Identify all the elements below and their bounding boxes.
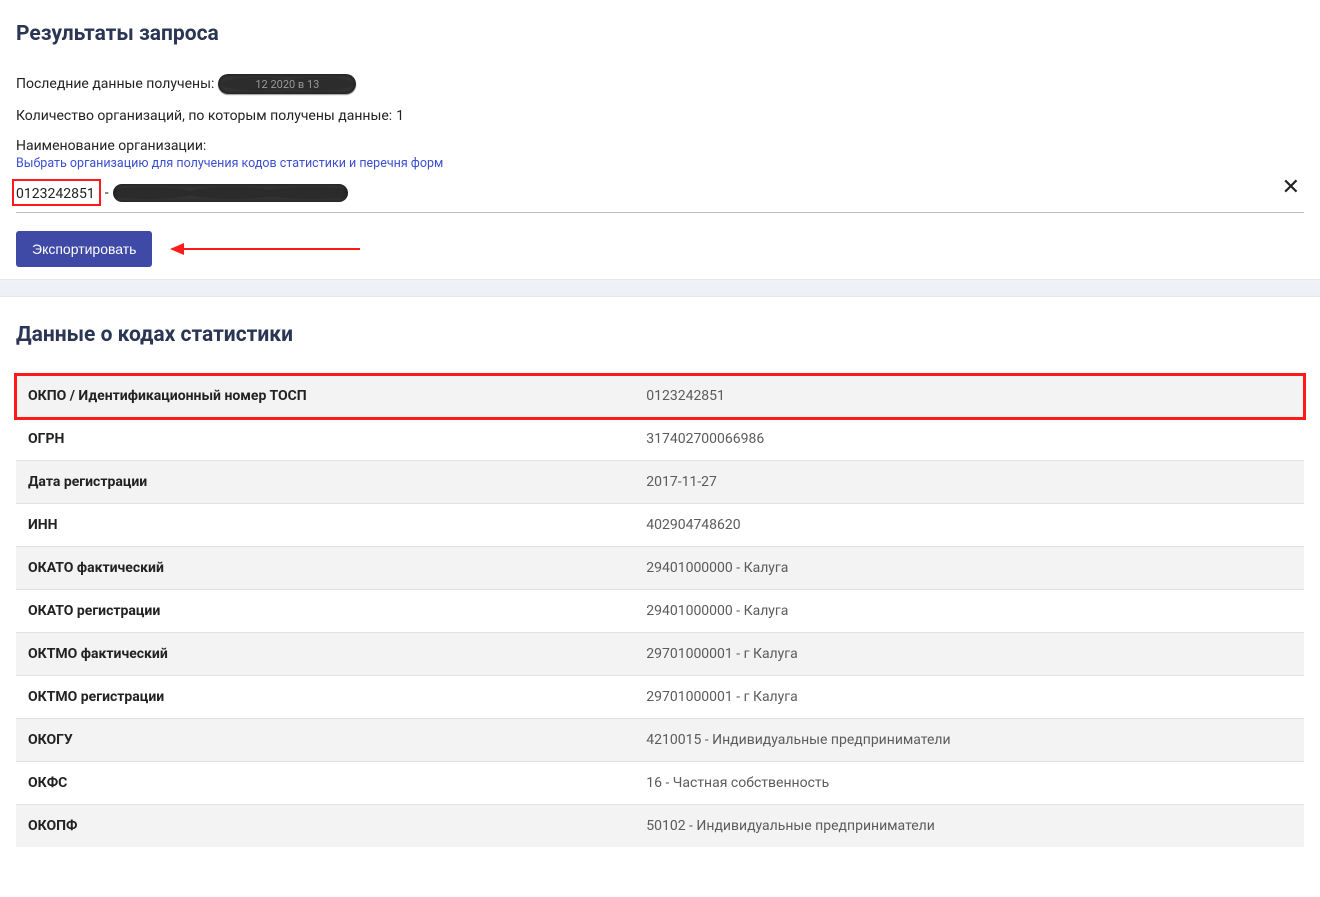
stat-key: ОКАТО фактический (16, 547, 634, 590)
stat-key: ОКАТО регистрации (16, 590, 634, 633)
table-row: ОКАТО фактический29401000000 - Калуга (16, 547, 1304, 590)
stat-value: 29701000001 - г Калуга (634, 676, 1304, 719)
org-separator: - (101, 185, 113, 201)
stat-key: ОКТМО фактический (16, 633, 634, 676)
table-row: ОКОГУ4210015 - Индивидуальные предприним… (16, 719, 1304, 762)
org-count-value: 1 (396, 108, 404, 124)
stat-key: ИНН (16, 504, 634, 547)
stat-key: ОКОПФ (16, 805, 634, 848)
last-data-value-hint: 12 2020 в 13 (255, 78, 319, 91)
query-results-section: Результаты запроса Последние данные полу… (0, 0, 1320, 279)
stat-key: ОКПО / Идентификационный номер ТОСП (16, 375, 634, 418)
org-count-label: Количество организаций, по которым получ… (16, 108, 392, 124)
table-row: ОКАТО регистрации29401000000 - Калуга (16, 590, 1304, 633)
last-data-line: Последние данные получены: 12 2020 в 13 (16, 74, 1304, 94)
results-heading: Результаты запроса (16, 22, 1304, 46)
stat-value: 4210015 - Индивидуальные предприниматели (634, 719, 1304, 762)
org-input-row[interactable]: 0123242851 - ✕ (16, 179, 1304, 213)
org-count-line: Количество организаций, по которым получ… (16, 108, 1304, 124)
stats-section: Данные о кодах статистики ОКПО / Идентиф… (0, 297, 1320, 847)
org-name-redacted (113, 184, 348, 202)
stat-value: 402904748620 (634, 504, 1304, 547)
stat-value: 29401000000 - Калуга (634, 590, 1304, 633)
last-data-label: Последние данные получены: (16, 76, 214, 92)
export-row: Экспортировать (16, 231, 1304, 267)
stat-key: Дата регистрации (16, 461, 634, 504)
org-number: 0123242851 (14, 186, 95, 202)
table-row: ОКФС16 - Частная собственность (16, 762, 1304, 805)
stat-value: 29401000000 - Калуга (634, 547, 1304, 590)
stats-table: ОКПО / Идентификационный номер ТОСП01232… (16, 375, 1304, 847)
table-row: ОГРН317402700066986 (16, 418, 1304, 461)
section-divider (0, 279, 1320, 297)
export-button[interactable]: Экспортировать (16, 231, 152, 267)
table-row: ОКОПФ50102 - Индивидуальные предпринимат… (16, 805, 1304, 848)
table-row: ОКТМО фактический29701000001 - г Калуга (16, 633, 1304, 676)
stat-value: 0123242851 (634, 375, 1304, 418)
stat-value: 29701000001 - г Калуга (634, 633, 1304, 676)
table-row: ОКПО / Идентификационный номер ТОСП01232… (16, 375, 1304, 418)
stat-key: ОКФС (16, 762, 634, 805)
stat-key: ОКОГУ (16, 719, 634, 762)
table-row: Дата регистрации2017-11-27 (16, 461, 1304, 504)
stat-value: 50102 - Индивидуальные предприниматели (634, 805, 1304, 848)
org-number-highlight-box: 0123242851 (12, 179, 101, 206)
clear-input-icon[interactable]: ✕ (1282, 177, 1300, 199)
stat-value: 16 - Частная собственность (634, 762, 1304, 805)
last-data-value-redacted: 12 2020 в 13 (218, 74, 356, 94)
table-row: ИНН402904748620 (16, 504, 1304, 547)
stat-key: ОГРН (16, 418, 634, 461)
org-select-hint-link[interactable]: Выбрать организацию для получения кодов … (16, 156, 1304, 171)
stat-value: 2017-11-27 (634, 461, 1304, 504)
stat-value: 317402700066986 (634, 418, 1304, 461)
stat-key: ОКТМО регистрации (16, 676, 634, 719)
org-name-label: Наименование организации: (16, 138, 1304, 154)
table-row: ОКТМО регистрации29701000001 - г Калуга (16, 676, 1304, 719)
annotation-arrow-icon (170, 245, 360, 253)
stats-heading: Данные о кодах статистики (16, 323, 1304, 347)
